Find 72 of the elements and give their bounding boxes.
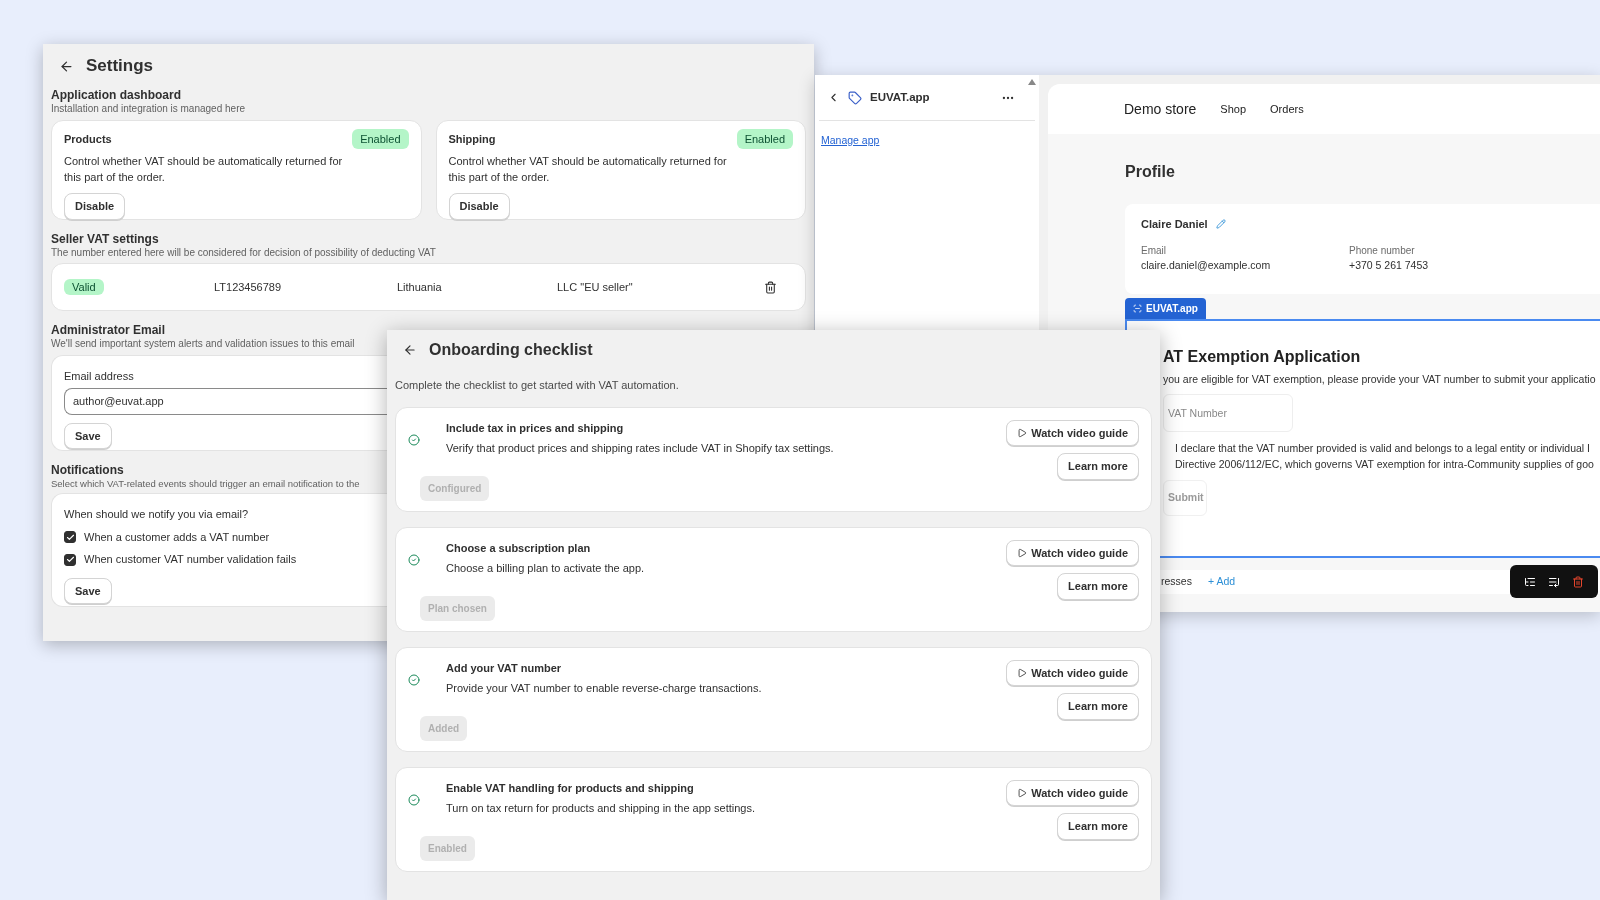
vat-number: LT123456789 (214, 279, 283, 295)
trash-icon[interactable] (1572, 575, 1584, 588)
step-title: Enable VAT handling for products and shipping (446, 780, 695, 796)
app-title: EUVAT.app (870, 89, 931, 105)
list-arrow-icon[interactable] (1548, 575, 1560, 588)
tag-icon (848, 90, 862, 105)
card-description: Control whether VAT should be automatically returned for this part of the order. (448, 154, 728, 185)
disable-button[interactable]: Disable (64, 193, 126, 220)
page-title: Onboarding checklist (429, 340, 593, 360)
section-subtitle: Installation and integration is managed here (51, 103, 247, 116)
list-indent-icon[interactable] (1524, 575, 1536, 588)
field-label: Phone number (1349, 243, 1416, 258)
block-icon (1133, 304, 1142, 313)
checkbox[interactable] (64, 531, 76, 544)
card-description: Control whether VAT should be automatically returned for this part of the order. (64, 154, 344, 185)
back-icon[interactable] (403, 343, 417, 357)
section-heading: Application dashboard (51, 88, 182, 103)
save-button[interactable]: Save (64, 577, 112, 605)
form-title: AT Exemption Application (1163, 347, 1362, 367)
step-description: Provide your VAT number to enable reverse-charge transactions. (446, 681, 763, 696)
nav-link[interactable]: Orders (1270, 100, 1304, 118)
declaration-text: I declare that the VAT number provided is valid and belongs to a legal entity or individual I (1175, 441, 1591, 457)
step-title: Add your VAT number (446, 660, 563, 676)
vat-number-field[interactable]: VAT Number (1163, 394, 1293, 433)
delete-icon[interactable] (764, 280, 777, 294)
step-title: Include tax in prices and shipping (446, 420, 625, 436)
field-value: +370 5 261 7453 (1349, 257, 1430, 273)
play-icon (1017, 787, 1028, 798)
section-heading: Notifications (51, 462, 124, 478)
card-title: Shipping (448, 131, 496, 147)
play-icon (1017, 667, 1028, 678)
section-label: resses (1161, 574, 1192, 590)
page-title: Settings (86, 55, 154, 78)
disable-button[interactable]: Disable (448, 193, 510, 220)
question-text: When should we notify you via email? (64, 507, 250, 523)
store-name: Demo store (1124, 99, 1197, 119)
declaration-text: Directive 2006/112/EC, which governs VAT exemption for intra-Community supplies of goo (1175, 457, 1595, 473)
step-description: Turn on tax return for products and shipping in the app settings. (446, 801, 756, 816)
play-icon (1017, 427, 1028, 438)
save-button[interactable]: Save (64, 422, 112, 449)
step-title: Choose a subscription plan (446, 540, 592, 556)
scroll-up-icon[interactable] (1028, 79, 1036, 85)
field-value: claire.daniel@example.com (1141, 257, 1272, 273)
page-title: Profile (1125, 162, 1176, 182)
nav-link[interactable]: Shop (1220, 100, 1247, 118)
form-intro: you are eligible for VAT exemption, please provide your VAT number to submit your applicatio (1163, 373, 1596, 387)
tab-label: EUVAT.app (1146, 302, 1198, 316)
section-subtitle: The number entered here will be considered for decision of possibility of deducting VAT (51, 246, 437, 259)
manage-app-link[interactable]: Manage app (821, 133, 880, 149)
card-title: Products (64, 131, 112, 147)
status-badge: Valid (64, 278, 104, 295)
country: Lithuania (397, 279, 443, 295)
section-heading: Administrator Email (51, 323, 166, 338)
company-name: LLC "EU seller" (557, 279, 634, 295)
step-description: Choose a billing plan to activate the app. (446, 561, 646, 576)
status-badge: Enabled (352, 128, 409, 149)
status-badge: Enabled (736, 128, 793, 149)
section-subtitle: We'll send important system alerts and validation issues to this email (51, 338, 355, 351)
customer-name: Claire Daniel (1141, 217, 1208, 232)
page-subtitle: Complete the checklist to get started with VAT automation. (395, 378, 680, 393)
back-icon[interactable] (59, 58, 74, 74)
section-heading: Seller VAT settings (51, 231, 160, 247)
step-description: Verify that product prices and shipping rates include VAT in Shopify tax settings. (446, 441, 835, 456)
field-label: Email (1141, 243, 1167, 258)
play-icon (1017, 547, 1028, 558)
add-link[interactable]: + Add (1207, 574, 1236, 590)
checkbox[interactable] (64, 553, 76, 566)
checkbox-label: When customer VAT number validation fails (84, 552, 297, 568)
email-field[interactable]: author@euvat.app (64, 388, 387, 415)
section-subtitle: Select which VAT-related events should trigger an email notification to the (51, 477, 360, 490)
field-label: Email address (64, 368, 135, 384)
checkbox-label: When a customer adds a VAT number (84, 529, 270, 545)
